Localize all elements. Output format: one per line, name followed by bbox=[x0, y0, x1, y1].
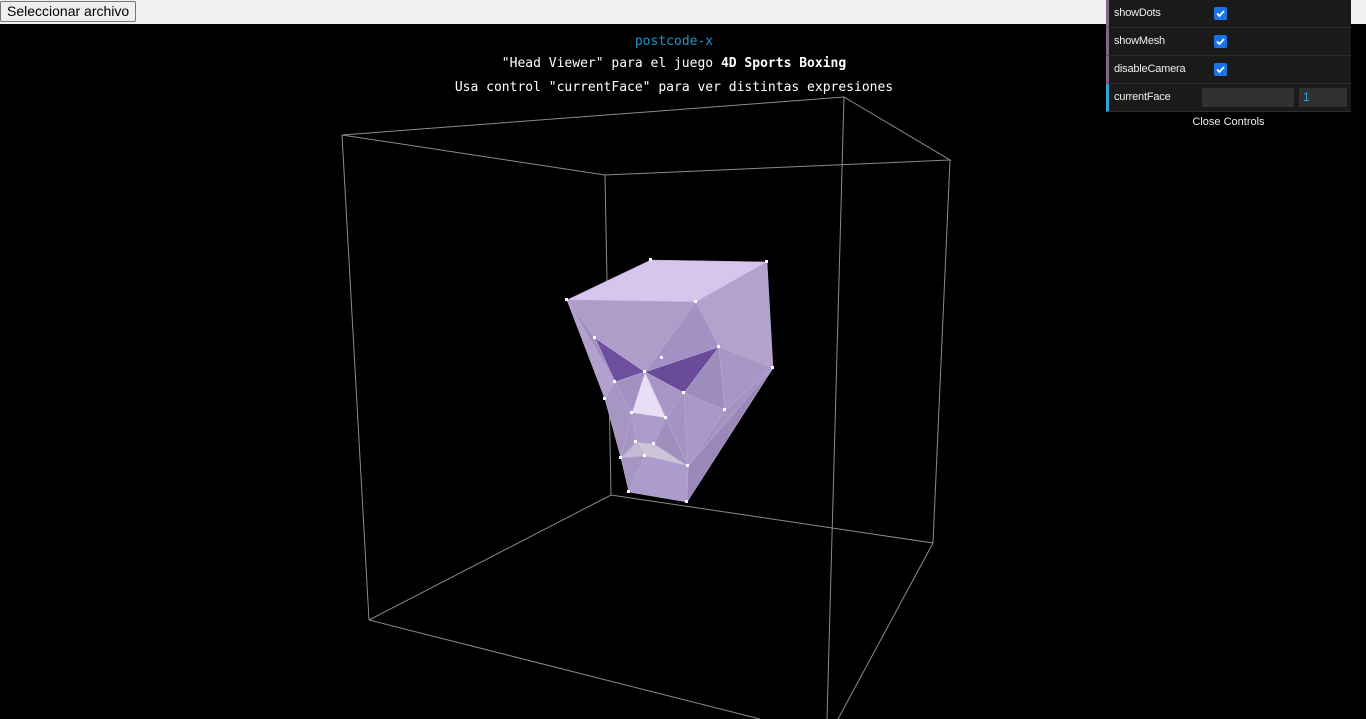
show-mesh-checkbox[interactable] bbox=[1214, 35, 1227, 48]
close-controls-button[interactable]: Close Controls bbox=[1106, 112, 1351, 132]
show-mesh-label: showMesh bbox=[1114, 35, 1165, 47]
control-current-face: currentFace 1 bbox=[1106, 84, 1351, 112]
current-face-label: currentFace bbox=[1114, 91, 1171, 103]
control-disable-camera[interactable]: disableCamera bbox=[1106, 56, 1351, 84]
checkmark-icon bbox=[1216, 10, 1225, 18]
title-line-text: "Head Viewer" para el juego bbox=[501, 56, 721, 71]
head-mesh bbox=[566, 259, 774, 503]
checkmark-icon bbox=[1216, 38, 1225, 46]
current-face-slider[interactable] bbox=[1202, 88, 1294, 107]
game-name: 4D Sports Boxing bbox=[720, 56, 847, 71]
control-show-dots[interactable]: showDots bbox=[1106, 0, 1351, 28]
checkmark-icon bbox=[1216, 66, 1225, 74]
controls-panel: showDots showMesh disableCamera currentF… bbox=[1106, 0, 1351, 132]
show-dots-label: showDots bbox=[1114, 7, 1161, 19]
control-show-mesh[interactable]: showMesh bbox=[1106, 28, 1351, 56]
show-dots-checkbox[interactable] bbox=[1214, 7, 1227, 20]
disable-camera-checkbox[interactable] bbox=[1214, 63, 1227, 76]
current-face-input[interactable]: 1 bbox=[1299, 88, 1347, 107]
disable-camera-label: disableCamera bbox=[1114, 63, 1186, 75]
